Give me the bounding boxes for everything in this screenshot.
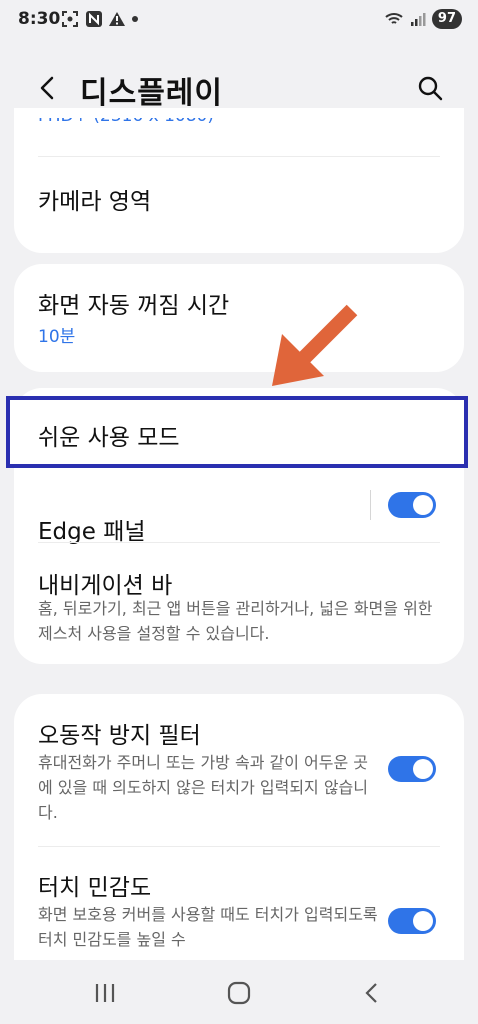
- screen-timeout-title[interactable]: 화면 자동 꺼짐 시간: [38, 286, 229, 320]
- battery-badge: 97: [431, 9, 462, 29]
- screenshot-icon: [62, 11, 78, 27]
- touch-sensitivity-toggle[interactable]: [388, 908, 436, 934]
- navigation-bar-description: 홈, 뒤로가기, 최근 앱 버튼을 관리하거나, 넓은 화면을 위한 제스처 사…: [38, 599, 433, 643]
- accidental-touch-toggle[interactable]: [388, 756, 436, 782]
- dot-icon: [132, 16, 138, 22]
- screen-timeout-value: 10분: [38, 327, 76, 347]
- status-right: 97: [384, 9, 462, 29]
- divider: [38, 156, 440, 157]
- resolution-value: FHD+ (2316 x 1080): [38, 106, 214, 126]
- vertical-separator: [370, 490, 371, 520]
- wifi-icon: [385, 13, 403, 24]
- home-icon[interactable]: [224, 980, 254, 1006]
- signal-icon: [410, 13, 426, 26]
- touch-sensitivity-title[interactable]: 터치 민감도: [38, 868, 151, 902]
- status-time: 8:30: [18, 9, 61, 29]
- settings-card-touch: 오동작 방지 필터 휴대전화가 주머니 또는 가방 속과 같이 어두운 곳에 있…: [14, 694, 464, 994]
- camera-area-item[interactable]: 카메라 영역: [38, 182, 151, 216]
- page-title: 디스플레이: [80, 76, 223, 111]
- back-icon[interactable]: [34, 72, 62, 104]
- touch-sensitivity-description: 화면 보호용 커버를 사용할 때도 터치가 입력되도록 터치 민감도를 높일 수: [38, 905, 378, 949]
- easy-mode-title[interactable]: 쉬운 사용 모드: [38, 418, 180, 452]
- divider: [38, 542, 440, 543]
- warning-icon: [109, 12, 125, 26]
- n-notification-icon: [86, 11, 102, 27]
- settings-card-resolution: FHD+ (2316 x 1080) 카메라 영역: [14, 108, 464, 253]
- easy-mode-highlight[interactable]: 쉬운 사용 모드: [6, 396, 468, 468]
- accidental-touch-description: 휴대전화가 주머니 또는 가방 속과 같이 어두운 곳에 있을 때 의도하지 않…: [38, 753, 369, 822]
- pointer-arrow-icon: [272, 304, 358, 386]
- settings-card-timeout[interactable]: 화면 자동 꺼짐 시간 10분: [14, 264, 464, 372]
- divider: [38, 846, 440, 847]
- search-icon[interactable]: [416, 74, 444, 102]
- system-nav-bar: [0, 960, 478, 1024]
- edge-panel-toggle[interactable]: [388, 492, 436, 518]
- nav-back-icon[interactable]: [358, 980, 388, 1006]
- status-bar: 8:30 97: [0, 0, 478, 44]
- recent-apps-icon[interactable]: [90, 980, 120, 1006]
- navigation-bar-title[interactable]: 내비게이션 바: [38, 566, 172, 600]
- edge-panel-title[interactable]: Edge 패널: [38, 512, 146, 546]
- accidental-touch-title[interactable]: 오동작 방지 필터: [38, 716, 201, 750]
